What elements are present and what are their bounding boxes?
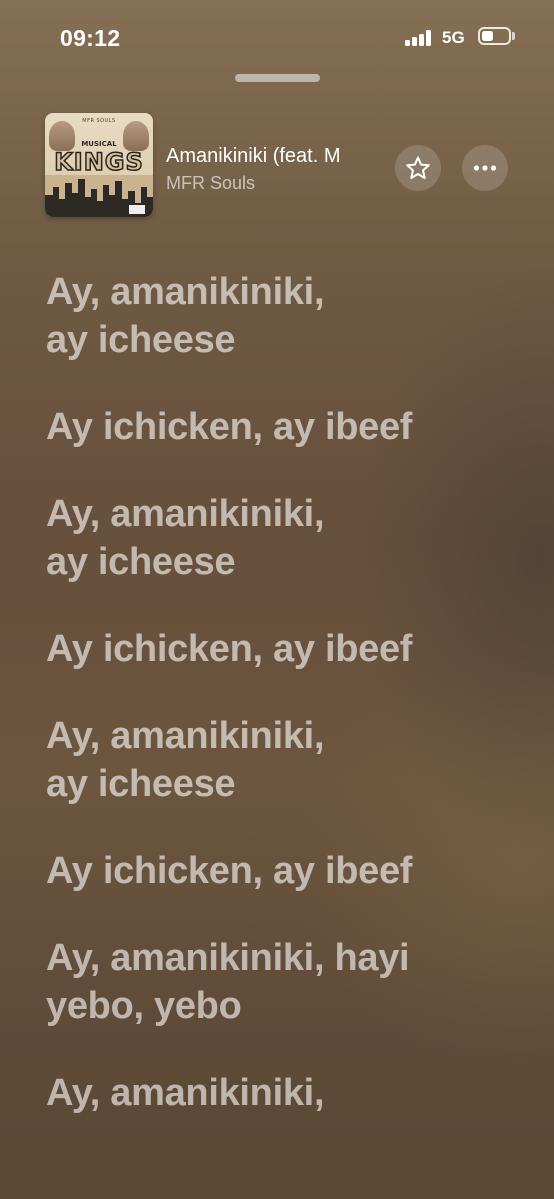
lyric-line[interactable]: Ay ichicken, ay ibeef (46, 847, 516, 895)
album-art-subtitle: MUSICAL (81, 140, 117, 148)
battery-tip (512, 32, 515, 40)
song-title[interactable]: Amanikiniki (feat. M (166, 145, 382, 168)
album-art-main-text: KINGS (53, 147, 144, 177)
star-icon (406, 156, 430, 179)
lyric-line[interactable]: Ay ichicken, ay ibeef (46, 625, 516, 673)
lyric-line[interactable]: Ay, amanikiniki, hayi yebo, yebo (46, 934, 516, 1030)
album-artwork[interactable]: MFR SOULS MUSICAL KINGS (45, 113, 153, 217)
now-playing-header: MFR SOULS MUSICAL KINGS Amanikiniki (fea… (0, 110, 554, 218)
favorite-button[interactable] (395, 145, 441, 191)
lyric-line[interactable]: Ay, amanikiniki, ay icheese (46, 268, 516, 364)
battery-level (482, 31, 493, 41)
lyric-line[interactable]: Ay, amanikiniki, ay icheese (46, 490, 516, 586)
signal-icon (405, 30, 435, 46)
lyric-line[interactable]: Ay ichicken, ay ibeef (46, 403, 516, 451)
lyric-line[interactable]: Ay, amanikiniki, ay icheese (46, 712, 516, 808)
album-art-skyline (45, 175, 153, 217)
sheet-grabber-handle[interactable] (235, 74, 320, 82)
lyric-line[interactable]: Ay, amanikiniki, (46, 1069, 516, 1117)
battery-icon (478, 27, 511, 45)
more-options-button[interactable] (462, 145, 508, 191)
lyrics-list[interactable]: Ay, amanikiniki, ay icheese Ay ichicken,… (46, 268, 516, 1156)
network-type: 5G (442, 28, 465, 47)
status-bar: 09:12 5G (0, 0, 554, 74)
ellipsis-icon (473, 165, 497, 171)
song-artist[interactable]: MFR Souls (166, 173, 255, 194)
status-time: 09:12 (60, 25, 121, 51)
